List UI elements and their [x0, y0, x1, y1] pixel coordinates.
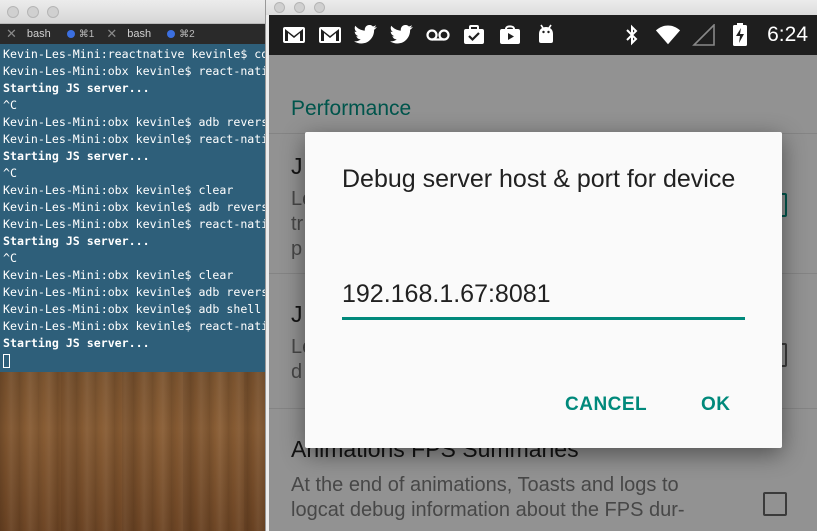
- terminal-line: Kevin-Les-Mini:obx kevinle$ react-nati: [3, 132, 269, 146]
- emulator-titlebar[interactable]: [266, 0, 817, 15]
- minimize-window-button[interactable]: [27, 6, 39, 18]
- tab-name: bash: [127, 28, 152, 40]
- device-screen[interactable]: 6:24 Performance J Le tr p J Le d Animat…: [269, 15, 817, 531]
- tab-name: bash: [26, 28, 51, 40]
- terminal-line: ^C: [3, 98, 17, 112]
- tab-shortcut: ⌘1: [78, 28, 95, 40]
- minimize-window-button[interactable]: [294, 2, 305, 13]
- terminal-line: Kevin-Les-Mini:obx kevinle$ react-nati: [3, 64, 269, 78]
- debug-host-dialog: Debug server host & port for device 192.…: [305, 132, 782, 448]
- twitter-icon: [353, 24, 379, 46]
- terminal-cursor: [3, 353, 10, 368]
- terminal-tabbar: ✕ bash ⌘1 ✕ bash ⌘2: [0, 24, 270, 44]
- terminal-line: Starting JS server...: [3, 81, 150, 95]
- voicemail-icon: [425, 24, 451, 46]
- close-tab-icon[interactable]: ✕: [6, 26, 17, 42]
- debug-host-input[interactable]: 192.168.1.67:8081: [342, 280, 745, 309]
- terminal-line: Starting JS server...: [3, 336, 150, 350]
- terminal-line: Kevin-Les-Mini:obx kevinle$ react-nati: [3, 217, 269, 231]
- tab-activity-dot-icon: [66, 30, 75, 38]
- zoom-window-button[interactable]: [47, 6, 59, 18]
- twitter-icon: [389, 24, 415, 46]
- terminal-prompt-line[interactable]: [3, 352, 270, 369]
- terminal-window[interactable]: ✕ bash ⌘1 ✕ bash ⌘2 Kevin-Les-Mini:react…: [0, 0, 270, 372]
- terminal-line: ^C: [3, 251, 17, 265]
- zoom-window-button[interactable]: [314, 2, 325, 13]
- terminal-tab-1[interactable]: ✕ bash ⌘1: [0, 24, 100, 44]
- terminal-line: ^C: [3, 166, 17, 180]
- status-time: 6:24: [767, 23, 808, 46]
- android-status-bar: 6:24: [269, 15, 817, 55]
- terminal-output[interactable]: Kevin-Les-Mini:reactnative kevinle$ cd K…: [0, 44, 270, 369]
- terminal-line: Kevin-Les-Mini:obx kevinle$ adb revers: [3, 200, 269, 214]
- cell-signal-icon: [691, 24, 717, 46]
- close-tab-icon[interactable]: ✕: [106, 26, 117, 42]
- task-done-icon: [461, 24, 487, 46]
- bluetooth-icon: [619, 24, 645, 46]
- play-store-icon: [497, 24, 523, 46]
- gmail-icon: [317, 24, 343, 46]
- terminal-line: Kevin-Les-Mini:obx kevinle$ react-nati: [3, 319, 269, 333]
- desktop-background: [0, 360, 270, 531]
- close-window-button[interactable]: [7, 6, 19, 18]
- terminal-line: Starting JS server...: [3, 234, 150, 248]
- gmail-icon: [281, 24, 307, 46]
- android-icon: [533, 24, 559, 46]
- terminal-line: Starting JS server...: [3, 149, 150, 163]
- terminal-line: Kevin-Les-Mini:obx kevinle$ adb revers: [3, 115, 269, 129]
- terminal-line: Kevin-Les-Mini:obx kevinle$ adb revers: [3, 285, 269, 299]
- terminal-titlebar[interactable]: [0, 0, 270, 24]
- terminal-line: Kevin-Les-Mini:reactnative kevinle$ cd: [3, 47, 269, 61]
- tab-activity-dot-icon: [167, 30, 176, 38]
- wifi-icon: [655, 24, 681, 46]
- emulator-window[interactable]: 6:24 Performance J Le tr p J Le d Animat…: [265, 0, 817, 531]
- terminal-line: Kevin-Les-Mini:obx kevinle$ clear: [3, 183, 234, 197]
- terminal-line: Kevin-Les-Mini:obx kevinle$ clear: [3, 268, 234, 282]
- battery-charging-icon: [727, 23, 753, 46]
- tab-shortcut: ⌘2: [179, 28, 195, 40]
- terminal-tab-2[interactable]: ✕ bash ⌘2: [100, 24, 200, 44]
- cancel-button[interactable]: CANCEL: [565, 394, 647, 416]
- terminal-line: Kevin-Les-Mini:obx kevinle$ adb shell: [3, 302, 262, 316]
- dialog-title: Debug server host & port for device: [342, 165, 736, 193]
- close-window-button[interactable]: [274, 2, 285, 13]
- input-underline: [342, 317, 745, 320]
- ok-button[interactable]: OK: [701, 394, 731, 416]
